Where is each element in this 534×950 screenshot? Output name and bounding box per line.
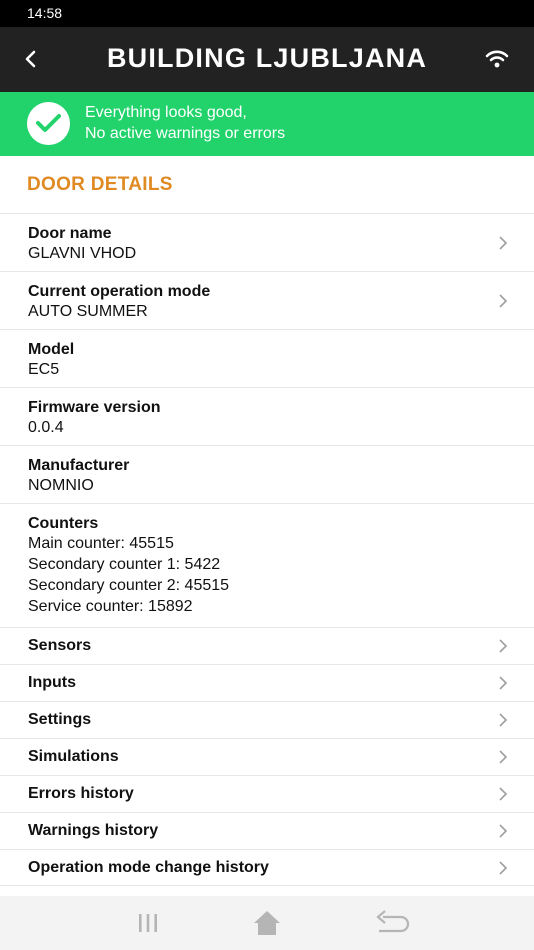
back-nav-icon[interactable] (370, 908, 410, 938)
chevron-right-icon (499, 639, 508, 653)
counters-label: Counters (28, 515, 99, 532)
menu-item-label: Sensors (28, 637, 92, 654)
menu-item-label: Errors history (28, 785, 134, 802)
clock-time: 14:58 (27, 5, 63, 21)
menu-item-errors-history[interactable]: Errors history (0, 775, 534, 812)
menu-item-settings[interactable]: Settings (0, 701, 534, 738)
menu-item-sensors[interactable]: Sensors (0, 627, 534, 664)
secondary-counter-1: Secondary counter 1: 5422 (28, 556, 221, 573)
system-status-bar: 14:58 (0, 0, 534, 27)
chevron-right-icon (499, 294, 508, 308)
service-counter: Service counter: 15892 (28, 598, 193, 615)
home-icon[interactable] (247, 908, 287, 938)
menu-item-label: Settings (28, 711, 92, 728)
chevron-right-icon (499, 824, 508, 838)
detail-label: Firmware version (28, 399, 161, 416)
detail-value: AUTO SUMMER (28, 303, 148, 320)
status-banner: Everything looks good, No active warning… (0, 92, 534, 156)
back-icon[interactable] (20, 44, 44, 74)
menu-item-label: Warnings history (28, 822, 159, 839)
operation-mode-row[interactable]: Current operation mode AUTO SUMMER (0, 271, 534, 329)
menu-item-operation-mode-history[interactable]: Operation mode change history (0, 849, 534, 886)
detail-label: Model (28, 341, 75, 358)
section-title: DOOR DETAILS (27, 174, 173, 195)
system-navigation-bar (0, 896, 534, 950)
page-title: BUILDING LJUBLJANA (106, 43, 428, 73)
door-details-list: Door name GLAVNI VHOD Current operation … (0, 213, 534, 886)
detail-value: EC5 (28, 361, 60, 378)
detail-label: Manufacturer (28, 457, 130, 474)
detail-label: Current operation mode (28, 283, 211, 300)
model-row: Model EC5 (0, 329, 534, 387)
check-icon (27, 102, 70, 145)
wifi-icon (484, 46, 510, 72)
menu-item-warnings-history[interactable]: Warnings history (0, 812, 534, 849)
firmware-version-row: Firmware version 0.0.4 (0, 387, 534, 445)
counters-row: Counters Main counter: 45515 Secondary c… (0, 503, 534, 627)
detail-value: GLAVNI VHOD (28, 245, 137, 262)
secondary-counter-2: Secondary counter 2: 45515 (28, 577, 230, 594)
chevron-right-icon (499, 236, 508, 250)
detail-value: NOMNIO (28, 477, 94, 494)
main-counter: Main counter: 45515 (28, 535, 174, 552)
chevron-right-icon (499, 787, 508, 801)
manufacturer-row: Manufacturer NOMNIO (0, 445, 534, 503)
chevron-right-icon (499, 713, 508, 727)
chevron-right-icon (499, 750, 508, 764)
detail-label: Door name (28, 225, 112, 242)
recent-apps-icon[interactable] (128, 908, 168, 938)
menu-item-label: Inputs (28, 674, 76, 691)
menu-item-simulations[interactable]: Simulations (0, 738, 534, 775)
menu-item-label: Simulations (28, 748, 119, 765)
app-header: BUILDING LJUBLJANA (0, 27, 534, 92)
chevron-right-icon (499, 861, 508, 875)
door-name-row[interactable]: Door name GLAVNI VHOD (0, 213, 534, 271)
menu-item-label: Operation mode change history (28, 859, 269, 876)
status-line-2: No active warnings or errors (85, 125, 286, 142)
menu-item-inputs[interactable]: Inputs (0, 664, 534, 701)
status-line-1: Everything looks good, (85, 104, 247, 121)
detail-value: 0.0.4 (28, 419, 64, 436)
status-message: Everything looks good, No active warning… (85, 102, 285, 144)
chevron-right-icon (499, 676, 508, 690)
